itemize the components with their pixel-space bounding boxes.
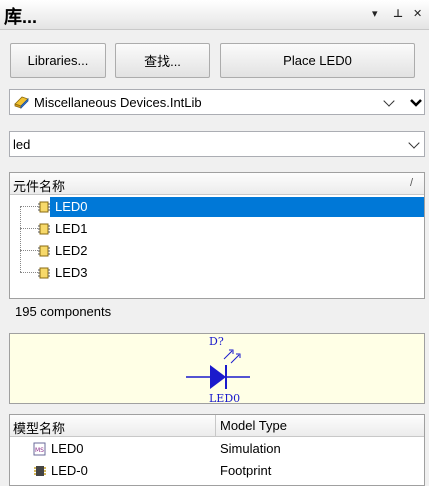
component-row-led2[interactable]: LED2 [10, 241, 424, 261]
libraries-button[interactable]: Libraries... [10, 43, 106, 78]
component-label: LED3 [55, 265, 88, 280]
component-row-led1[interactable]: LED1 [10, 219, 424, 239]
component-name-column-header: 元件名称 [13, 179, 66, 194]
library-icon [14, 96, 29, 109]
component-label: LED0 [55, 199, 88, 214]
panel-menu-icon[interactable]: ▾ [372, 7, 378, 20]
selection-highlight [50, 197, 424, 217]
panel-title: 库... [4, 7, 38, 27]
simulation-model-icon: MS [33, 442, 46, 456]
model-type-column-header[interactable]: Model Type [220, 418, 287, 433]
component-count: 195 components [15, 304, 112, 319]
sort-indicator-icon: / [410, 177, 414, 189]
library-select-value: Miscellaneous Devices.IntLib [34, 95, 202, 110]
column-divider[interactable] [215, 415, 216, 437]
model-name: LED-0 [51, 463, 88, 478]
component-row-led3[interactable]: LED3 [10, 263, 424, 283]
model-name: LED0 [51, 441, 84, 456]
model-row-footprint[interactable]: LED-0 Footprint [10, 460, 424, 482]
component-icon [38, 223, 50, 235]
component-row-led0[interactable]: LED0 [10, 197, 424, 272]
svg-text:MS: MS [35, 447, 44, 454]
library-options-icon[interactable] [410, 99, 422, 107]
search-button[interactable]: 查找... [115, 43, 210, 78]
model-list-header: 模型名称 Model Type [10, 415, 424, 437]
symbol-comment: LED0 [209, 392, 240, 405]
component-icon [38, 245, 50, 257]
component-list: 元件名称 / LED0 LED1 LED2 LED3 [9, 172, 425, 299]
component-filter-input[interactable]: led [9, 131, 425, 157]
footprint-model-icon [34, 466, 46, 476]
component-list-header[interactable]: 元件名称 / [10, 173, 424, 195]
close-icon[interactable]: ✕ [413, 7, 422, 20]
component-icon [38, 267, 50, 279]
model-name-column-header[interactable]: 模型名称 [13, 418, 65, 437]
model-list: 模型名称 Model Type MS LED0 Simulation LED-0… [9, 414, 425, 486]
filter-history-chevron-icon[interactable] [408, 137, 420, 149]
panel-titlebar: 库... ▾ ⊥ ✕ [0, 0, 429, 30]
model-type: Simulation [220, 441, 281, 456]
model-row-simulation[interactable]: MS LED0 Simulation [10, 438, 424, 460]
chevron-down-icon[interactable] [383, 95, 395, 107]
symbol-designator: D? [209, 335, 224, 348]
place-component-button[interactable]: Place LED0 [220, 43, 415, 78]
component-icon [38, 201, 50, 213]
pin-icon[interactable]: ⊥ [393, 7, 403, 20]
symbol-preview: D? LED0 [9, 333, 425, 405]
led-symbol-icon: D? LED0 [186, 335, 250, 405]
library-select[interactable]: Miscellaneous Devices.IntLib [9, 89, 425, 115]
model-type: Footprint [220, 463, 272, 478]
filter-input-value: led [13, 137, 31, 152]
component-label: LED1 [55, 221, 88, 236]
component-label: LED2 [55, 243, 88, 258]
